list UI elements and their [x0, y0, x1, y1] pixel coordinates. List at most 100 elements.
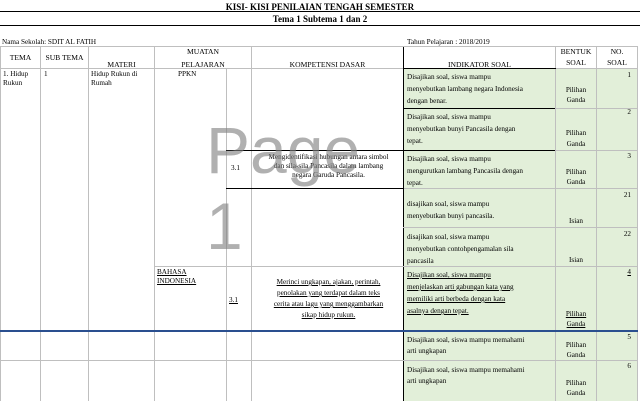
mapel-line: INDONESIA [157, 277, 197, 285]
subtema-cell: 1 [44, 70, 48, 78]
bentuk-line: Ganda [566, 351, 586, 359]
grid-h [226, 150, 404, 151]
row-1-bentuk: Pilihan Ganda [556, 85, 596, 105]
row-3-indikator: Disajikan soal, siswa mampu mengurutkan … [404, 152, 555, 190]
grid-h [403, 108, 556, 109]
indikator-line: Disajikan soal, siswa mampu memahami [407, 366, 525, 374]
indikator-line: disajikan soal, siswa mampu [407, 200, 490, 208]
row-3-no: 3 [627, 152, 631, 160]
indikator-line: tepat. [407, 179, 423, 187]
document-subtitle: Tema 1 Subtema 1 dan 2 [272, 14, 368, 24]
grid-h [403, 150, 556, 151]
tema-line: 1. Hidup [3, 70, 29, 78]
indikator-line: Disajikan soal, siswa mampu [407, 155, 491, 163]
row-8-bentuk: Pilihan Ganda [556, 378, 596, 398]
materi-line: Rumah [91, 79, 112, 87]
indikator-line: asalnya dengan tepat. [407, 307, 469, 315]
row-8-no: 6 [627, 362, 631, 370]
row-1-indikator: Disajikan soal, siswa mampu menyebutkan … [404, 70, 555, 108]
bentuk-line: Isian [569, 217, 583, 225]
kd-line: Merinci ungkapan, ajakan, perintah, [276, 278, 381, 286]
grid-v [637, 46, 638, 401]
row-5-indikator: disajikan soal, siswa mampu menyebutkan … [404, 230, 555, 268]
page-break-line [0, 330, 638, 332]
grid-v [596, 46, 597, 401]
indikator-line: pancasila [407, 257, 434, 265]
row-2-bentuk: Pilihan Ganda [556, 128, 596, 150]
row-7-no: 5 [627, 333, 631, 341]
row-3-bentuk: Pilihan Ganda [556, 167, 596, 187]
row-2-indikator: Disajikan soal, siswa mampu menyebutkan … [404, 110, 555, 148]
grid-h [0, 360, 638, 361]
col-bentuk-line1: BENTUK [560, 47, 592, 56]
indikator-line: menyebutkan lambang negara Indonesia [407, 85, 523, 93]
grid-h [403, 227, 638, 228]
col-tema: TEMA [9, 53, 32, 62]
kd-number-1: 3.1 [231, 164, 240, 172]
grid-v [40, 46, 41, 401]
row-2-no: 2 [627, 108, 631, 116]
indikator-line: disajikan soal, siswa mampu [407, 233, 490, 241]
tema-line: Rukun [3, 79, 23, 87]
kd-text-1: Mengidentifikasi hubungan antara simbol … [254, 153, 403, 180]
indikator-line: arti ungkapan [407, 377, 447, 385]
materi-cell: Hidup Rukun di Rumah [91, 70, 153, 88]
mapel-line: BAHASA [157, 268, 187, 276]
col-materi: MATERI [107, 60, 136, 69]
grid-v [154, 46, 155, 401]
col-indikator: INDIKATOR SOAL [448, 60, 511, 69]
grid-v [0, 46, 1, 401]
tema-cell: 1. Hidup Rukun [3, 70, 39, 88]
indikator-line: Disajikan soal, siswa mampu [407, 113, 491, 121]
bentuk-line: Ganda [566, 140, 586, 148]
bentuk-line: Pilihan [565, 129, 587, 137]
row-6-indikator: Disajikan soal, siswa mampu menjelaskan … [404, 268, 555, 318]
mapel-bahasa-indonesia: BAHASA INDONESIA [157, 268, 225, 286]
indikator-line: menyebutkan bunyi pancasila. [407, 212, 495, 220]
kd-line: cerita atau lagu yang menggambarkan [273, 300, 384, 308]
col-muatan-line2: PELAJARAN [181, 60, 225, 69]
kd-line: negara Garuda Pancasila. [292, 171, 365, 179]
bentuk-line: Pilihan [565, 341, 587, 349]
indikator-line: tepat. [407, 137, 423, 145]
indikator-line: mengurutkan lambang Pancasila dengan [407, 167, 523, 175]
indikator-line: Disajikan soal, siswa mampu [407, 73, 491, 81]
materi-line: Hidup Rukun di [91, 70, 138, 78]
col-no-line1: NO. [610, 47, 624, 56]
bentuk-line: Pilihan [565, 168, 587, 176]
indikator-line: menyebutkan bunyi Pancasila dengan [407, 125, 516, 133]
grid-v [251, 46, 252, 401]
indikator-line: Disajikan soal, siswa mampu [407, 271, 491, 279]
grid-v [226, 68, 227, 401]
row-4-no: 21 [623, 191, 631, 199]
title-rule-bottom [0, 25, 640, 26]
row-6-no: 4 [627, 268, 631, 276]
bentuk-line: Pilihan [565, 86, 587, 94]
bentuk-line: Pilihan [565, 379, 587, 387]
indikator-line: menyebutkan contohpengamalan sila [407, 245, 514, 253]
kd-line: sikap hidup rukun. [301, 311, 356, 319]
row-8-indikator: Disajikan soal, siswa mampu memahami art… [404, 364, 555, 388]
kd-line: Mengidentifikasi hubungan antara simbol [268, 153, 389, 161]
kd-line: dan sila-sila Pancasila dalam lambang [273, 162, 384, 170]
grid-h [555, 150, 638, 151]
col-muatan-line1: MUATAN [187, 47, 219, 56]
bentuk-line: Isian [569, 256, 583, 264]
bentuk-line: Ganda [566, 389, 586, 397]
indikator-line: dengan benar. [407, 97, 447, 105]
col-subtema: SUB TEMA [45, 53, 84, 62]
col-bentuk-line2: SOAL [566, 58, 586, 67]
grid-h [0, 46, 638, 47]
row-5-bentuk: Isian [556, 256, 596, 265]
indikator-line: Disajikan soal, siswa mampu memahami [407, 336, 525, 344]
row-7-bentuk: Pilihan Ganda [556, 340, 596, 360]
mapel-ppkn: PPKN [178, 70, 197, 78]
grid-v [88, 46, 89, 401]
indikator-line: menjelaskan arti gabungan kata yang [407, 283, 514, 291]
title-rule [0, 11, 640, 12]
indikator-line: arti ungkapan [407, 347, 447, 355]
kd-text-2: Merinci ungkapan, ajakan, perintah, peno… [254, 277, 403, 321]
indikator-line: memiliki arti berbeda dengan kata [407, 295, 506, 303]
col-kompetensi: KOMPETENSI DASAR [289, 60, 366, 69]
row-4-bentuk: Isian [556, 217, 596, 226]
